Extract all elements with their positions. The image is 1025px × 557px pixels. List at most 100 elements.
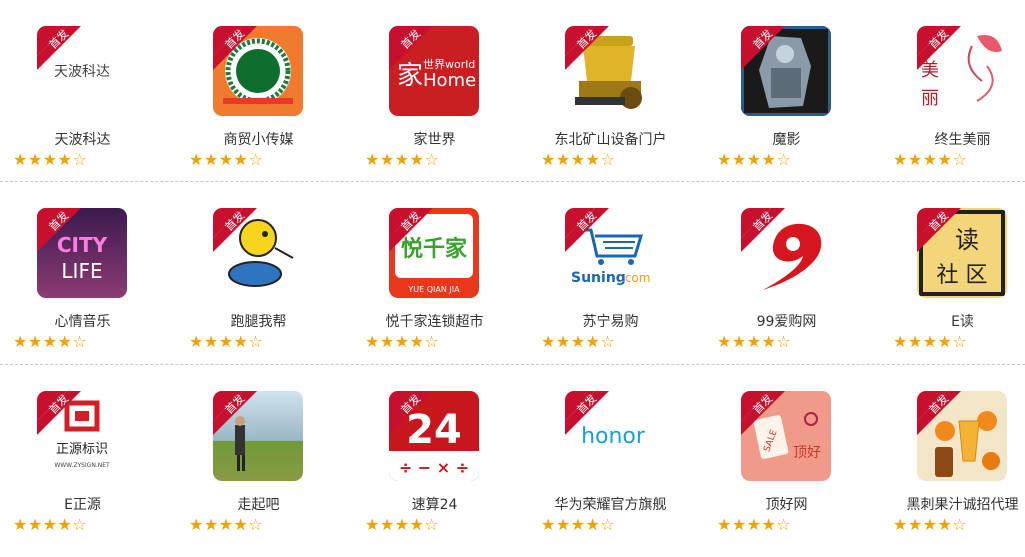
svg-text:家: 家 xyxy=(397,61,423,91)
app-name-link[interactable]: 东北矿山设备门户 xyxy=(528,129,693,149)
app-name-link[interactable]: 华为荣耀官方旗舰 xyxy=(528,494,693,514)
app-item[interactable]: 美丽首发 终生美丽 ★★★★☆ xyxy=(880,26,1025,176)
app-name-link[interactable]: 终生美丽 xyxy=(880,129,1025,149)
star-filled-icon: ★ xyxy=(218,515,234,534)
app-item[interactable]: 天波科达 首发 天波科达 ★★★★☆ xyxy=(0,26,150,176)
red-nine-logo-icon[interactable]: 首发 xyxy=(741,208,831,298)
star-filled-icon: ★ xyxy=(42,150,58,169)
app-name-link[interactable]: 天波科达 xyxy=(0,129,165,149)
app-name-link[interactable]: E读 xyxy=(880,311,1025,331)
app-name-link[interactable]: 悦千家连锁超市 xyxy=(352,311,517,331)
star-filled-icon: ★ xyxy=(233,515,249,534)
star-filled-icon: ★ xyxy=(717,150,732,169)
svg-text:WWW.ZYSIGN.NET: WWW.ZYSIGN.NET xyxy=(54,462,110,469)
star-filled-icon: ★ xyxy=(27,332,43,351)
app-name-link[interactable]: 黑刺果汁诚招代理 xyxy=(880,494,1025,514)
star-filled-icon: ★ xyxy=(541,332,556,351)
app-name-link[interactable]: 顶好网 xyxy=(704,494,869,514)
star-filled-icon: ★ xyxy=(570,332,586,351)
city-life-neon-icon[interactable]: CITY LIFE 首发 xyxy=(37,208,127,298)
reading-club-icon[interactable]: 读社 区首发 xyxy=(917,208,1007,298)
app-name-link[interactable]: 商贸小传媒 xyxy=(176,129,341,149)
crusher-machine-icon[interactable]: 首发 xyxy=(565,26,655,116)
yue-qian-jia-logo-icon[interactable]: 悦千家 YUE QIAN JIA 首发 xyxy=(389,208,479,298)
zhengyuan-sign-icon[interactable]: 正源标识 WWW.ZYSIGN.NET 首发 xyxy=(37,391,127,481)
app-name-link[interactable]: 苏宁易购 xyxy=(528,311,693,331)
app-item[interactable]: 悦千家 YUE QIAN JIA 首发 悦千家连锁超市 ★★★★☆ xyxy=(352,208,502,358)
star-filled-icon: ★ xyxy=(394,332,410,351)
app-name-link[interactable]: 速算24 xyxy=(352,494,517,514)
star-filled-icon: ★ xyxy=(57,515,73,534)
star-empty-icon: ☆ xyxy=(72,150,88,169)
star-empty-icon: ☆ xyxy=(600,515,616,534)
app-item[interactable]: 首发 商贸小传媒 ★★★★☆ xyxy=(176,26,326,176)
app-item[interactable]: SALE 顶好 首发 顶好网 ★★★★☆ xyxy=(704,391,854,541)
app-name-link[interactable]: 99爱购网 xyxy=(704,311,869,331)
star-filled-icon: ★ xyxy=(717,332,732,351)
star-filled-icon: ★ xyxy=(731,150,747,169)
star-filled-icon: ★ xyxy=(379,332,395,351)
juice-glass-icon[interactable]: 首发 xyxy=(917,391,1007,481)
star-rating: ★★★★☆ xyxy=(365,332,455,352)
wreath-logo-icon[interactable]: 首发 xyxy=(213,26,303,116)
star-filled-icon: ★ xyxy=(922,332,938,351)
tianbo-placeholder-icon[interactable]: 天波科达 首发 xyxy=(37,26,127,116)
star-filled-icon: ★ xyxy=(409,332,425,351)
app-item[interactable]: Suning .com 首发 苏宁易购 ★★★★☆ xyxy=(528,208,678,358)
app-name-link[interactable]: 心情音乐 xyxy=(0,311,165,331)
suning-cart-icon[interactable]: Suning .com 首发 xyxy=(565,208,655,298)
star-filled-icon: ★ xyxy=(409,515,425,534)
app-item[interactable]: 正源标识 WWW.ZYSIGN.NET 首发 E正源 ★★★★☆ xyxy=(0,391,150,541)
star-filled-icon: ★ xyxy=(893,150,908,169)
sale-tag-icon[interactable]: SALE 顶好 首发 xyxy=(741,391,831,481)
app-item[interactable]: 首发 黑刺果汁诚招代理 ★★★★☆ xyxy=(880,391,1025,541)
app-item[interactable]: 家世界world Home 首发 家世界 ★★★★☆ xyxy=(352,26,502,176)
app-item[interactable]: 首发 99爱购网 ★★★★☆ xyxy=(704,208,854,358)
star-filled-icon: ★ xyxy=(746,332,762,351)
star-empty-icon: ☆ xyxy=(72,515,88,534)
hiker-mountain-icon[interactable]: 首发 xyxy=(213,391,303,481)
svg-text:读: 读 xyxy=(955,226,979,254)
app-name-link[interactable]: 跑腿我帮 xyxy=(176,311,341,331)
svg-text:社 区: 社 区 xyxy=(937,263,988,288)
app-name-link[interactable]: 家世界 xyxy=(352,129,517,149)
math-24-icon[interactable]: 24 ÷ − × ÷ 首发 xyxy=(389,391,479,481)
star-filled-icon: ★ xyxy=(555,332,571,351)
star-empty-icon: ☆ xyxy=(600,332,616,351)
svg-text:正源标识: 正源标识 xyxy=(56,442,108,457)
app-item[interactable]: 首发 跑腿我帮 ★★★★☆ xyxy=(176,208,326,358)
app-item[interactable]: 首发 走起吧 ★★★★☆ xyxy=(176,391,326,541)
star-filled-icon: ★ xyxy=(394,150,410,169)
app-row: 天波科达 首发 天波科达 ★★★★☆ 首发 商贸小传媒 ★★★★☆ 家世界world Home 首… xyxy=(0,26,1025,176)
flower-beauty-icon[interactable]: 美丽首发 xyxy=(917,26,1007,116)
svg-text:LIFE: LIFE xyxy=(61,259,102,283)
app-name-link[interactable]: 走起吧 xyxy=(176,494,341,514)
app-item[interactable]: 首发 东北矿山设备门户 ★★★★☆ xyxy=(528,26,678,176)
star-filled-icon: ★ xyxy=(907,515,923,534)
app-name-link[interactable]: 魔影 xyxy=(704,129,869,149)
star-filled-icon: ★ xyxy=(907,332,923,351)
app-row: 正源标识 WWW.ZYSIGN.NET 首发 E正源 ★★★★☆ 首发 走起吧 ★★★★☆ 24… xyxy=(0,391,1025,541)
yellow-runner-icon[interactable]: 首发 xyxy=(213,208,303,298)
honor-logo-icon[interactable]: honor 首发 xyxy=(565,391,655,481)
star-empty-icon: ☆ xyxy=(776,515,792,534)
star-empty-icon: ☆ xyxy=(424,150,440,169)
home-world-logo-icon[interactable]: 家世界world Home 首发 xyxy=(389,26,479,116)
svg-text:CITY: CITY xyxy=(57,233,108,257)
svg-text:honor: honor xyxy=(581,424,646,449)
star-filled-icon: ★ xyxy=(761,150,777,169)
app-item[interactable]: 首发 魔影 ★★★★☆ xyxy=(704,26,854,176)
app-item[interactable]: honor 首发 华为荣耀官方旗舰 ★★★★☆ xyxy=(528,391,678,541)
star-filled-icon: ★ xyxy=(761,515,777,534)
robot-warrior-icon[interactable]: 首发 xyxy=(741,26,831,116)
star-filled-icon: ★ xyxy=(42,332,58,351)
star-empty-icon: ☆ xyxy=(72,332,88,351)
star-filled-icon: ★ xyxy=(203,515,219,534)
star-filled-icon: ★ xyxy=(13,332,28,351)
app-item[interactable]: CITY LIFE 首发 心情音乐 ★★★★☆ xyxy=(0,208,150,358)
app-name-link[interactable]: E正源 xyxy=(0,494,165,514)
svg-text:悦千家: 悦千家 xyxy=(401,236,468,262)
app-item[interactable]: 24 ÷ − × ÷ 首发 速算24 ★★★★☆ xyxy=(352,391,502,541)
app-item[interactable]: 读社 区首发 E读 ★★★★☆ xyxy=(880,208,1025,358)
star-filled-icon: ★ xyxy=(13,150,28,169)
